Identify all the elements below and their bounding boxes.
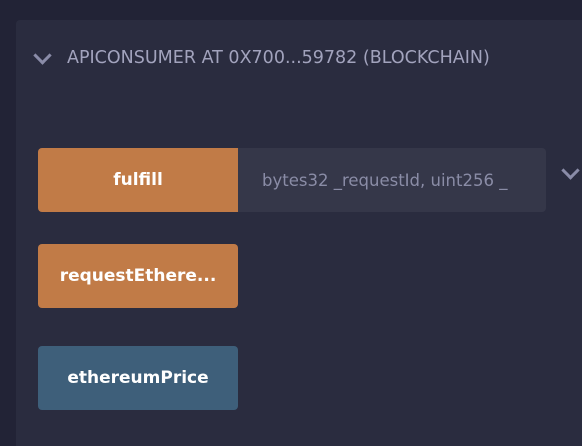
expand-params-button[interactable] bbox=[558, 161, 582, 180]
ethereum-price-button[interactable]: ethereumPrice bbox=[38, 346, 238, 410]
fulfill-button[interactable]: fulfill bbox=[38, 148, 238, 212]
contract-title: APICONSUMER AT 0X700...59782 (BLOCKCHAIN… bbox=[67, 48, 490, 68]
deployed-contract-panel: APICONSUMER AT 0X700...59782 (BLOCKCHAIN… bbox=[16, 20, 582, 446]
chevron-down-icon bbox=[561, 161, 580, 180]
chevron-down-icon[interactable] bbox=[33, 45, 52, 65]
fulfill-params-input[interactable]: bytes32 _requestId, uint256 _ bbox=[238, 148, 546, 212]
request-ethereum-price-button[interactable]: requestEthere... bbox=[38, 244, 238, 308]
contract-header[interactable]: APICONSUMER AT 0X700...59782 (BLOCKCHAIN… bbox=[30, 45, 490, 68]
